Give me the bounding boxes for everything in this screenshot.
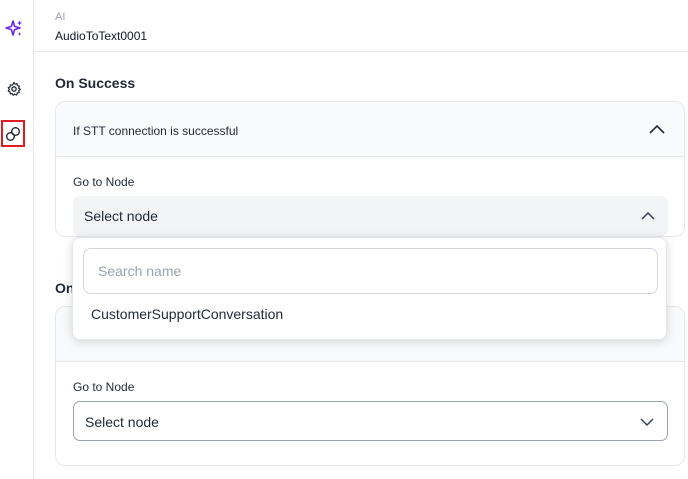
gear-icon[interactable] bbox=[3, 78, 25, 100]
condition-text: If STT connection is successful bbox=[73, 124, 239, 138]
go-to-node-label: Go to Node bbox=[73, 175, 135, 189]
node-select-failure[interactable]: Select node bbox=[73, 401, 668, 441]
left-icon-rail bbox=[0, 0, 34, 479]
ai-sparkle-icon[interactable] bbox=[3, 18, 25, 40]
select-value: Select node bbox=[85, 414, 159, 430]
on-success-title: On Success bbox=[55, 75, 136, 91]
go-to-node-label: Go to Node bbox=[73, 380, 135, 394]
search-input[interactable] bbox=[83, 248, 658, 294]
chevron-down-icon bbox=[639, 415, 655, 431]
select-value: Select node bbox=[84, 208, 158, 224]
node-dropdown: CustomerSupportConversation bbox=[72, 237, 667, 340]
on-success-card: If STT connection is successful Go to No… bbox=[55, 101, 685, 237]
node-type-label: AI bbox=[55, 11, 66, 23]
link-icon[interactable] bbox=[1, 120, 25, 147]
node-header: AI AudioToText0001 bbox=[34, 0, 688, 52]
node-name: AudioToText0001 bbox=[55, 29, 148, 43]
node-select-success[interactable]: Select node bbox=[73, 196, 668, 236]
chevron-up-icon bbox=[640, 209, 656, 225]
chevron-up-icon[interactable] bbox=[648, 122, 666, 140]
dropdown-option[interactable]: CustomerSupportConversation bbox=[91, 306, 283, 322]
condition-header[interactable]: If STT connection is successful bbox=[56, 102, 684, 157]
